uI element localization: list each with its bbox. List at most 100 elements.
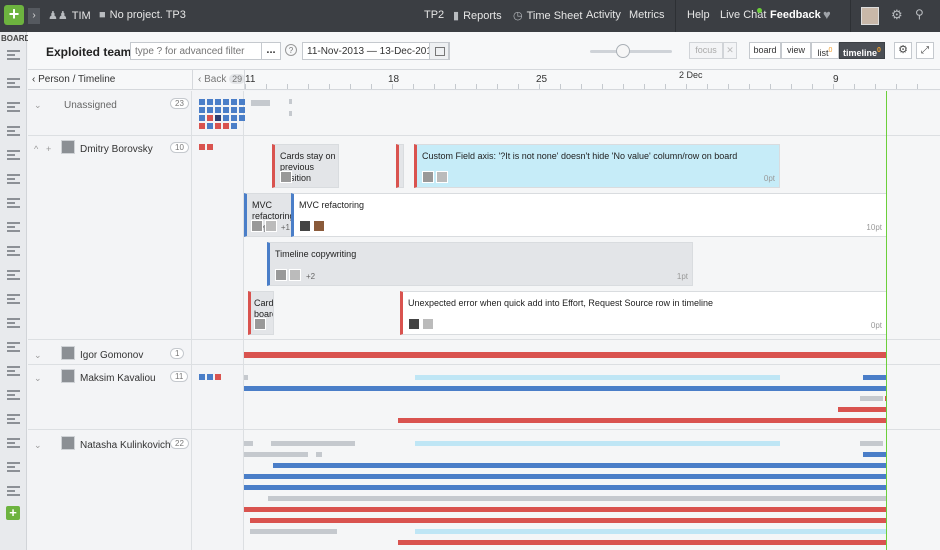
view-icon[interactable] xyxy=(7,486,20,497)
timeline-bar[interactable] xyxy=(398,540,887,545)
card[interactable]: Timeline copywriting +2 1pt xyxy=(267,242,693,286)
add-icon[interactable]: + xyxy=(4,5,24,25)
search-input[interactable] xyxy=(130,42,280,60)
view-icon[interactable] xyxy=(7,102,20,113)
chevron-right-icon[interactable]: › xyxy=(28,8,40,24)
timeline-bar[interactable] xyxy=(244,507,887,512)
view-timeline-button[interactable]: timeline0 xyxy=(839,42,885,59)
close-icon[interactable]: ✕ xyxy=(723,42,737,59)
view-icon[interactable] xyxy=(7,246,20,257)
timeline-bar[interactable] xyxy=(244,352,887,358)
view-icon[interactable] xyxy=(7,438,20,449)
search-icon[interactable]: ⚲ xyxy=(915,7,924,21)
view-icon[interactable] xyxy=(7,342,20,353)
view-list-button[interactable]: list0 xyxy=(811,42,839,59)
view-icon[interactable] xyxy=(7,390,20,401)
focus-button[interactable]: focus xyxy=(689,42,723,59)
view-icon[interactable] xyxy=(7,150,20,161)
timeline-bar[interactable] xyxy=(244,441,253,446)
card[interactable]: Cards stay on previous position xyxy=(272,144,339,188)
timeline-bar[interactable] xyxy=(271,441,355,446)
chevron-up-icon[interactable]: ^ xyxy=(34,144,38,154)
card[interactable]: Unexpected error when quick add into Eff… xyxy=(400,291,887,335)
nav-tp2[interactable]: TP2 xyxy=(424,9,444,21)
timeline-bar[interactable] xyxy=(250,529,337,534)
card[interactable]: Cards board xyxy=(248,291,274,335)
card[interactable] xyxy=(396,144,404,188)
view-icon[interactable] xyxy=(7,366,20,377)
settings-gear-icon[interactable]: ⚙ xyxy=(894,42,912,59)
nav-timesheet[interactable]: ◷ Time Sheet xyxy=(513,9,582,22)
timeline-bar[interactable] xyxy=(316,452,322,457)
day-tick xyxy=(266,84,267,89)
heart-icon[interactable]: ♥ xyxy=(823,7,831,22)
card[interactable]: MVC refactoring steps) +1 xyxy=(244,193,292,237)
timeline-bar[interactable] xyxy=(251,100,270,106)
view-icon[interactable] xyxy=(7,318,20,329)
timeline-bar[interactable] xyxy=(273,463,887,468)
view-icon[interactable] xyxy=(7,270,20,281)
timeline-bar[interactable] xyxy=(244,474,887,479)
day-tick xyxy=(875,84,876,89)
timeline-bar[interactable] xyxy=(838,407,887,412)
chevron-down-icon[interactable]: ⌄ xyxy=(34,373,42,384)
add-icon[interactable]: + xyxy=(46,144,51,154)
points-label: 0pt xyxy=(870,321,882,330)
timeline-bar[interactable] xyxy=(398,418,887,423)
team-selector[interactable]: ♟♟ TIM xyxy=(48,9,91,22)
card[interactable]: Custom Field axis: '?It is not none' doe… xyxy=(414,144,780,188)
zoom-slider[interactable] xyxy=(590,50,672,53)
day-tick xyxy=(455,84,456,89)
back-column-label[interactable]: ‹ Back 29 xyxy=(198,74,246,85)
view-icon[interactable] xyxy=(7,174,20,185)
view-board-button[interactable]: board xyxy=(749,42,781,59)
timeline-bar[interactable] xyxy=(860,441,883,446)
timeline-bar[interactable] xyxy=(289,111,292,116)
timeline-bar[interactable] xyxy=(860,396,883,401)
timeline-bar[interactable] xyxy=(244,386,887,391)
person-name: Maksim Kavaliou xyxy=(80,373,156,384)
day-tick xyxy=(854,84,855,89)
view-view-button[interactable]: view xyxy=(781,42,811,59)
add-view-icon[interactable]: + xyxy=(6,506,20,520)
help-icon[interactable]: ? xyxy=(285,44,297,56)
timeline-bar[interactable] xyxy=(244,485,887,490)
timeline-bar[interactable] xyxy=(244,375,248,380)
view-icon[interactable] xyxy=(7,198,20,209)
view-icon[interactable] xyxy=(7,126,20,137)
view-icon[interactable] xyxy=(7,78,20,89)
team-name: TIM xyxy=(71,10,91,22)
nav-metrics[interactable]: Metrics xyxy=(629,9,664,21)
timeline-bar[interactable] xyxy=(415,529,887,534)
project-selector[interactable]: ■ No project. TP3 xyxy=(99,9,186,21)
feedback-link[interactable]: Feedback xyxy=(770,9,821,21)
view-icon[interactable] xyxy=(7,462,20,473)
chevron-down-icon[interactable]: ⌄ xyxy=(34,350,42,361)
view-icon[interactable] xyxy=(7,414,20,425)
timeline-bar[interactable] xyxy=(289,99,292,104)
person-timeline-label[interactable]: ‹ Person / Timeline xyxy=(32,74,115,85)
gear-icon[interactable]: ⚙ xyxy=(891,7,903,23)
nav-activity[interactable]: Activity xyxy=(586,9,621,21)
filter-options-button[interactable]: ... xyxy=(261,42,281,60)
timeline-bar[interactable] xyxy=(250,518,887,523)
timeline-bar[interactable] xyxy=(415,441,780,446)
help-link[interactable]: Help xyxy=(687,9,710,21)
chevron-down-icon[interactable]: ⌄ xyxy=(34,100,42,111)
timeline-bar[interactable] xyxy=(244,452,308,457)
zoom-slider-handle[interactable] xyxy=(616,44,630,58)
expand-icon[interactable]: ⤢ xyxy=(916,42,934,59)
date-range-field[interactable]: 11-Nov-2013 — 13-Dec-2013 xyxy=(302,42,450,60)
timeline-bar[interactable] xyxy=(863,452,887,457)
timeline-bar[interactable] xyxy=(863,375,887,380)
calendar-icon[interactable] xyxy=(429,42,449,60)
view-icon[interactable] xyxy=(7,222,20,233)
nav-reports[interactable]: ▮ Reports xyxy=(453,9,502,22)
card[interactable]: MVC refactoring 10pt xyxy=(291,193,887,237)
view-icon[interactable] xyxy=(7,50,20,61)
timeline-bar[interactable] xyxy=(268,496,887,501)
user-avatar[interactable] xyxy=(861,7,879,25)
chevron-down-icon[interactable]: ⌄ xyxy=(34,440,42,451)
view-icon[interactable] xyxy=(7,294,20,305)
timeline-bar[interactable] xyxy=(415,375,780,380)
